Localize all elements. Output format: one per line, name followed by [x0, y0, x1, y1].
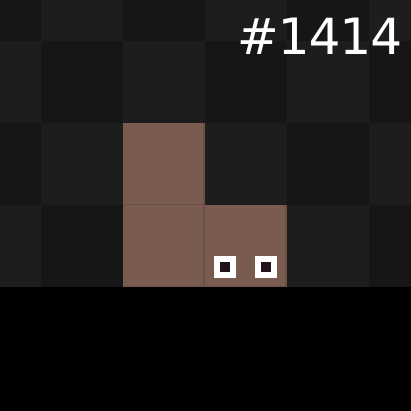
board-tile — [287, 123, 369, 205]
pupil-icon — [261, 262, 271, 272]
floor-area — [0, 288, 411, 411]
board-tile — [41, 123, 123, 205]
board-tile — [205, 123, 287, 205]
game-viewport: #1414 — [0, 0, 411, 411]
eye-icon — [255, 256, 277, 278]
board-tile — [123, 0, 205, 41]
board-tile — [0, 0, 41, 41]
creature-body-segment — [123, 205, 205, 287]
level-counter: #1414 — [236, 8, 402, 66]
creature-tail-segment — [123, 123, 205, 205]
board-tile — [0, 205, 41, 287]
board-tile — [369, 123, 411, 205]
board-tile — [41, 205, 123, 287]
board-tile — [0, 41, 41, 123]
creature-head-segment — [205, 205, 287, 287]
board-tile — [287, 205, 369, 287]
board-tile — [41, 0, 123, 41]
eye-icon — [214, 256, 236, 278]
board-tile — [369, 205, 411, 287]
board-tile — [0, 123, 41, 205]
board-tile — [41, 41, 123, 123]
pupil-icon — [220, 262, 230, 272]
board-tile — [123, 41, 205, 123]
